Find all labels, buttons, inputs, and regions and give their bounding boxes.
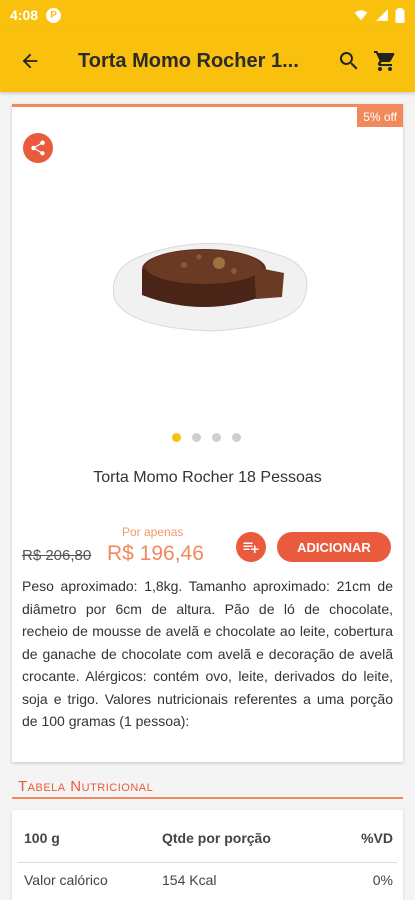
- divider: [18, 862, 397, 863]
- arrow-back-icon: [22, 53, 38, 69]
- page-title: Torta Momo Rocher 1...: [78, 49, 299, 72]
- pager-dot[interactable]: [192, 433, 201, 442]
- table-cell: 0%: [372, 872, 393, 888]
- share-icon: [31, 140, 45, 156]
- app-bar: Torta Momo Rocher 1...: [0, 30, 415, 92]
- signal-icon: [376, 9, 388, 21]
- back-button[interactable]: [12, 43, 48, 79]
- discount-badge: 5% off: [357, 107, 403, 127]
- column-header: 100 g: [24, 830, 60, 846]
- divider: [12, 797, 403, 799]
- status-time: 4:08: [10, 7, 39, 23]
- table-cell: Valor calórico: [24, 872, 108, 888]
- table-cell: 154 Kcal: [162, 872, 217, 888]
- price-prefix: Por apenas: [122, 525, 184, 539]
- search-button[interactable]: [331, 43, 367, 79]
- old-price: R$ 206,80: [22, 547, 92, 564]
- product-image[interactable]: [104, 227, 314, 337]
- share-button[interactable]: [23, 133, 53, 163]
- playlist-add-icon: [243, 542, 259, 553]
- cart-button[interactable]: [367, 43, 403, 79]
- pager-dot[interactable]: [172, 433, 181, 442]
- current-price: R$ 196,46: [107, 542, 204, 565]
- product-description: Peso aproximado: 1,8kg. Tamanho aproxima…: [22, 578, 393, 729]
- search-icon: [339, 52, 358, 70]
- nutrition-title: Tabela Nutricional: [18, 778, 154, 795]
- product-name: Torta Momo Rocher 18 Pessoas: [93, 469, 322, 486]
- column-header: %VD: [361, 830, 393, 846]
- nutrition-table: 100 g Qtde por porção %VD Valor calórico…: [12, 810, 403, 900]
- add-to-list-button[interactable]: [236, 532, 266, 562]
- add-to-cart-button[interactable]: ADICIONAR: [277, 532, 391, 562]
- status-bar: 4:08 P: [0, 0, 415, 30]
- column-header: Qtde por porção: [162, 830, 271, 846]
- cart-icon: [374, 51, 395, 71]
- table-row: Valor calórico 154 Kcal 0%: [18, 872, 397, 888]
- pager-dot[interactable]: [212, 433, 221, 442]
- image-pager: [172, 433, 241, 442]
- battery-icon: [395, 7, 405, 23]
- table-header: 100 g Qtde por porção %VD: [18, 830, 397, 846]
- notification-badge: P: [46, 7, 62, 23]
- pager-dot[interactable]: [232, 433, 241, 442]
- wifi-icon: [354, 10, 368, 21]
- product-card: 5% off Torta Momo Rocher 18 Pessoas R$ 2…: [12, 104, 403, 762]
